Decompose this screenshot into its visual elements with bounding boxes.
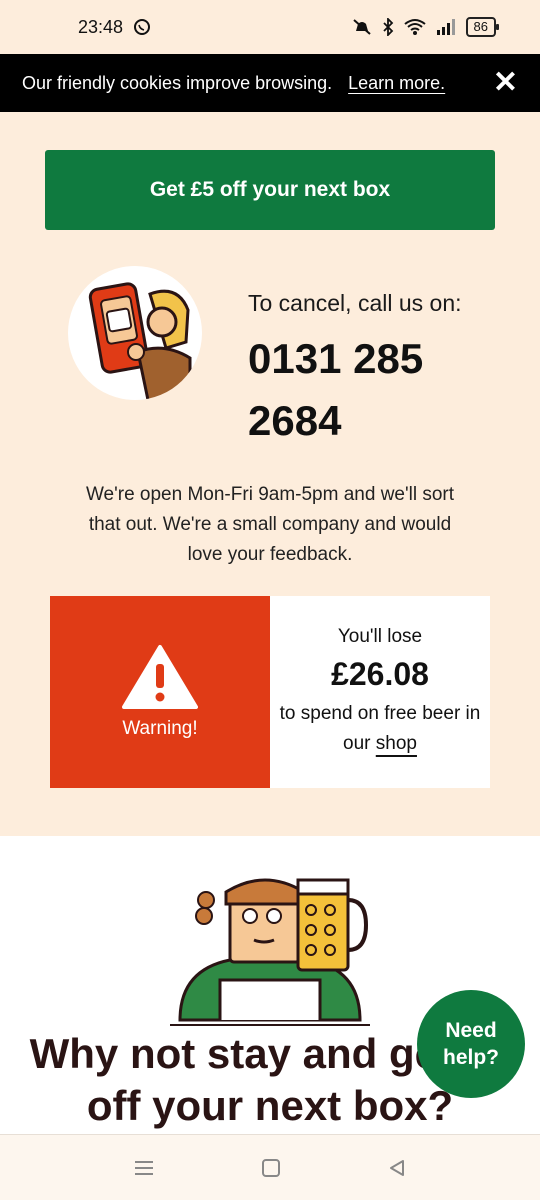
learn-more-link[interactable]: Learn more. (348, 73, 445, 94)
home-icon[interactable] (261, 1158, 281, 1178)
warning-label: Warning! (122, 718, 198, 739)
spend-text-wrap: to spend on free beer in our shop (270, 699, 490, 759)
signal-icon (436, 19, 455, 35)
need-help-button[interactable]: Need help? (417, 990, 525, 1098)
battery-indicator: 86 (465, 17, 500, 37)
lose-amount: £26.08 (331, 655, 429, 692)
loss-panel: You'll lose £26.08 to spend on free beer… (270, 596, 490, 788)
cancel-phone-number[interactable]: 0131 285 2684 (248, 328, 478, 452)
whatsapp-icon (134, 19, 151, 35)
warning-icon (122, 645, 198, 709)
cancel-label: To cancel, call us on: (248, 290, 462, 316)
status-right: 86 (352, 17, 500, 37)
get-discount-button[interactable]: Get £5 off your next box (45, 150, 495, 230)
shop-link[interactable]: shop (376, 733, 417, 754)
wifi-icon (403, 19, 426, 35)
system-nav-bar (0, 1134, 540, 1200)
support-illustration (68, 266, 202, 400)
loss-warning-box: Warning! You'll lose £26.08 to spend on … (50, 596, 490, 788)
clock: 23:48 (78, 16, 124, 37)
lose-prefix: You'll lose (337, 625, 423, 647)
cookie-banner: Our friendly cookies improve browsing. L… (0, 54, 540, 112)
warning-panel: Warning! (50, 596, 270, 788)
back-icon[interactable] (387, 1158, 407, 1178)
status-left: 23:48 (78, 17, 151, 38)
phone-person-illustration (88, 282, 192, 400)
mute-icon (352, 19, 371, 35)
bluetooth-icon (382, 18, 393, 36)
cookie-text: Our friendly cookies improve browsing. (22, 72, 333, 93)
status-bar: 23:48 86 (0, 0, 540, 54)
opening-hours-text: We're open Mon-Fri 9am-5pm and we'll sor… (85, 484, 455, 565)
menu-icon[interactable] (133, 1159, 155, 1177)
barmaid-illustration (170, 878, 370, 1026)
close-icon[interactable]: ✕ (493, 68, 518, 98)
